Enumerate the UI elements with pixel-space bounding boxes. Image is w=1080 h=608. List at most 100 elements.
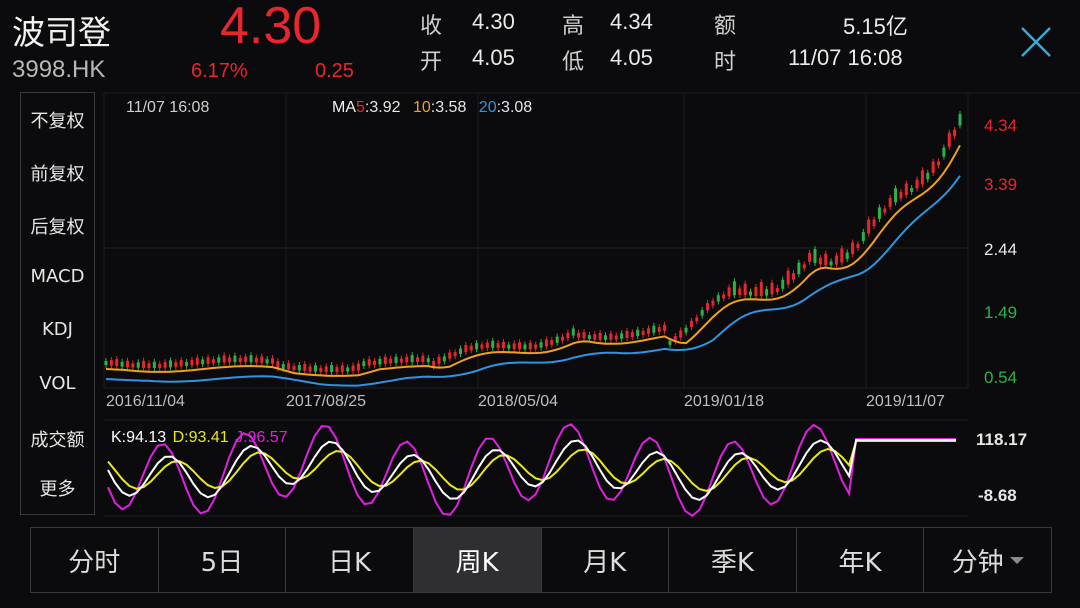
ma20-label: 20 (478, 99, 497, 116)
candle-body (319, 367, 323, 372)
x-tick-4: 2019/01/18 (684, 393, 765, 410)
candle-body (367, 359, 371, 366)
candle-body (512, 343, 516, 349)
candle-body (711, 300, 715, 306)
candle-body (840, 248, 844, 263)
candle-body (749, 291, 753, 296)
candle-body (695, 317, 699, 322)
candle-body (931, 161, 935, 174)
candle-body (593, 334, 597, 340)
candle-body (125, 360, 129, 368)
candle-body (211, 359, 215, 364)
kdj-legend: K:94.13 D:93.41 J:96.57 (111, 429, 288, 447)
candle-body (222, 355, 226, 363)
candle-body (421, 355, 425, 363)
candle-body (770, 282, 774, 295)
candle-body (561, 336, 565, 341)
candle-body (179, 360, 183, 367)
candle-body (373, 360, 377, 365)
candle-body (668, 340, 672, 345)
candle-body (534, 344, 538, 349)
candle-body (786, 270, 790, 285)
candle-body (727, 287, 731, 297)
candle-body (158, 363, 162, 368)
candle-body (663, 324, 667, 332)
candle-body (614, 335, 618, 340)
candle-body (330, 364, 334, 372)
tab-minutes[interactable]: 分钟 (924, 528, 1051, 592)
candle-body (942, 147, 946, 157)
candle-body (555, 336, 559, 343)
ma5-value: :3.92 (364, 99, 401, 116)
candle-body (732, 281, 736, 296)
candle-body (238, 358, 242, 363)
y-tick-2: 3.39 (984, 175, 1018, 194)
tab-yearly-k-label: 年K (838, 547, 882, 578)
candle-body (598, 332, 602, 340)
candle-body (356, 363, 360, 371)
ma10-line (105, 144, 961, 377)
candle-body (829, 261, 833, 266)
candle-body (195, 357, 199, 365)
chart-timestamp: 11/07 16:08 (126, 99, 210, 116)
candle-body (271, 358, 275, 364)
kdj-d-line (107, 440, 956, 492)
y-tick-1: 4.34 (984, 116, 1018, 135)
candle-body (845, 252, 849, 259)
candle-body (109, 360, 113, 366)
tab-daily-k[interactable]: 日K (286, 528, 414, 592)
candle-body (496, 343, 500, 348)
candle-body (416, 357, 420, 363)
candle-body (147, 363, 151, 368)
candle-body (104, 361, 108, 365)
candle-body (174, 362, 178, 367)
kdj-top-tick: 118.17 (976, 430, 1028, 449)
candle-body (652, 325, 656, 333)
tab-5day[interactable]: 5日 (159, 528, 287, 592)
y-tick-4: 1.49 (984, 303, 1018, 322)
candle-body (281, 364, 285, 369)
candle-body (518, 342, 522, 350)
candle-body (437, 356, 441, 364)
candle-body (791, 273, 795, 280)
candle-body (442, 356, 446, 362)
candle-body (485, 342, 489, 349)
candle-body (894, 188, 898, 203)
tab-intraday-label: 分时 (68, 547, 121, 578)
tab-intraday[interactable]: 分时 (31, 528, 159, 592)
candle-body (190, 359, 194, 366)
candle-body (346, 367, 350, 372)
candle-body (953, 129, 957, 137)
candle-body (405, 356, 409, 363)
candle-body (657, 327, 661, 332)
tab-weekly-k[interactable]: 周K (413, 528, 542, 592)
candle-body (722, 294, 726, 299)
ma5-label: MA5 (332, 99, 365, 116)
candle-body (448, 352, 452, 359)
candle-body (292, 365, 296, 370)
candle-body (851, 242, 855, 255)
candle-body (781, 279, 785, 289)
candle-body (937, 161, 941, 166)
candle-body (824, 253, 828, 266)
candle-body (679, 330, 683, 338)
x-tick-1: 2016/11/04 (106, 393, 185, 410)
candle-body (577, 332, 581, 338)
candle-body (630, 332, 634, 338)
candle-body (582, 332, 586, 339)
candle-body (883, 208, 887, 213)
tab-quarterly-k[interactable]: 季K (669, 528, 797, 592)
ma20-line (105, 175, 961, 387)
candle-body (244, 356, 248, 363)
ma10-value: :3.58 (430, 99, 467, 116)
candle-body (163, 362, 167, 368)
candle-body (453, 352, 457, 357)
tab-yearly-k[interactable]: 年K (797, 528, 925, 592)
candle-body (201, 359, 205, 365)
candle-body (915, 179, 919, 189)
candle-body (765, 289, 769, 296)
ma-legend: MA5:3.92 10:3.58 20:3.08 (332, 99, 532, 117)
kline-chart[interactable] (0, 0, 1080, 608)
candle-body (604, 335, 608, 340)
tab-monthly-k[interactable]: 月K (542, 528, 670, 592)
